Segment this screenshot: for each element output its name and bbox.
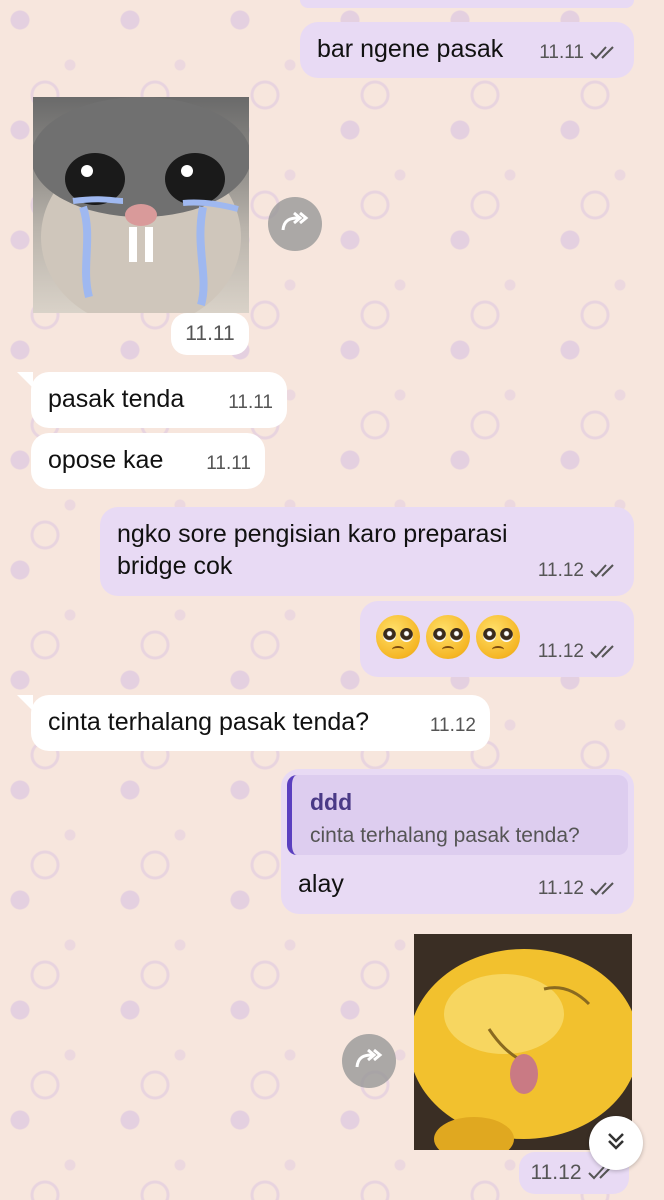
message-bubble-outgoing-emoji[interactable]: 11.12 [360, 601, 634, 677]
double-check-icon [590, 563, 620, 579]
emoji-row [376, 615, 520, 659]
photo-time-pill: 11.11 [171, 313, 249, 355]
pleading-face-emoji [376, 615, 420, 659]
message-time: 11.11 [206, 453, 251, 474]
double-check-icon [590, 881, 620, 897]
crying-cat-sticker-image[interactable] [33, 97, 249, 313]
forward-icon [354, 1047, 384, 1076]
message-bubble-incoming[interactable]: pasak tenda 11.11 [17, 372, 287, 428]
message-text: alay [298, 870, 344, 898]
message-bubble-outgoing[interactable]: bar ngene pasak 11.11 [300, 22, 634, 78]
message-text: bar ngene pasak [317, 35, 504, 63]
message-bubble-outgoing-reply[interactable]: ddd cinta terhalang pasak tenda? alay 11… [281, 769, 634, 914]
pleading-face-emoji [476, 615, 520, 659]
forward-button[interactable] [342, 1034, 396, 1088]
message-time: 11.12 [429, 715, 476, 736]
message-time: 11.12 [537, 641, 584, 662]
message-text: pasak tenda [48, 385, 185, 413]
message-time: 11.11 [185, 322, 235, 345]
forward-button[interactable] [268, 197, 322, 251]
reply-quote-text: cinta terhalang pasak tenda? [310, 824, 580, 847]
message-time: 11.12 [537, 560, 584, 581]
forward-icon [280, 210, 310, 239]
chevron-double-down-icon [604, 1129, 628, 1158]
message-meta: 11.11 [228, 386, 273, 420]
reply-quote[interactable]: ddd cinta terhalang pasak tenda? [287, 775, 628, 855]
pleading-face-emoji [426, 615, 470, 659]
message-text: opose kae [48, 446, 164, 474]
message-meta: 11.12 [538, 635, 620, 669]
double-check-icon [590, 644, 620, 660]
message-time: 11.12 [530, 1161, 582, 1184]
message-meta: 11.12 [430, 709, 476, 743]
duck-drawing [414, 934, 632, 1150]
message-text-line-1: ngko sore pengisian karo preparasi [117, 520, 508, 548]
message-meta: 11.12 [538, 872, 620, 906]
message-time: 11.11 [539, 42, 584, 63]
double-check-icon [590, 45, 620, 61]
message-time: 11.12 [537, 878, 584, 899]
message-meta: 11.12 [538, 554, 620, 588]
yellow-duck-sticker-image[interactable] [414, 934, 632, 1150]
message-text-line-2: bridge cok [117, 552, 233, 580]
message-meta: 11.11 [206, 447, 251, 481]
message-bubble-incoming[interactable]: cinta terhalang pasak tenda? 11.12 [17, 695, 490, 751]
previous-message-edge [300, 0, 634, 8]
message-bubble-outgoing[interactable]: ngko sore pengisian karo preparasi bridg… [100, 507, 634, 596]
scroll-to-bottom-button[interactable] [589, 1116, 643, 1170]
cat-drawing [33, 97, 249, 313]
message-time: 11.11 [228, 392, 273, 413]
message-text: cinta terhalang pasak tenda? [48, 708, 370, 736]
reply-quote-sender: ddd [310, 789, 353, 815]
message-bubble-incoming[interactable]: opose kae 11.11 [31, 433, 265, 489]
message-meta: 11.11 [539, 36, 620, 70]
